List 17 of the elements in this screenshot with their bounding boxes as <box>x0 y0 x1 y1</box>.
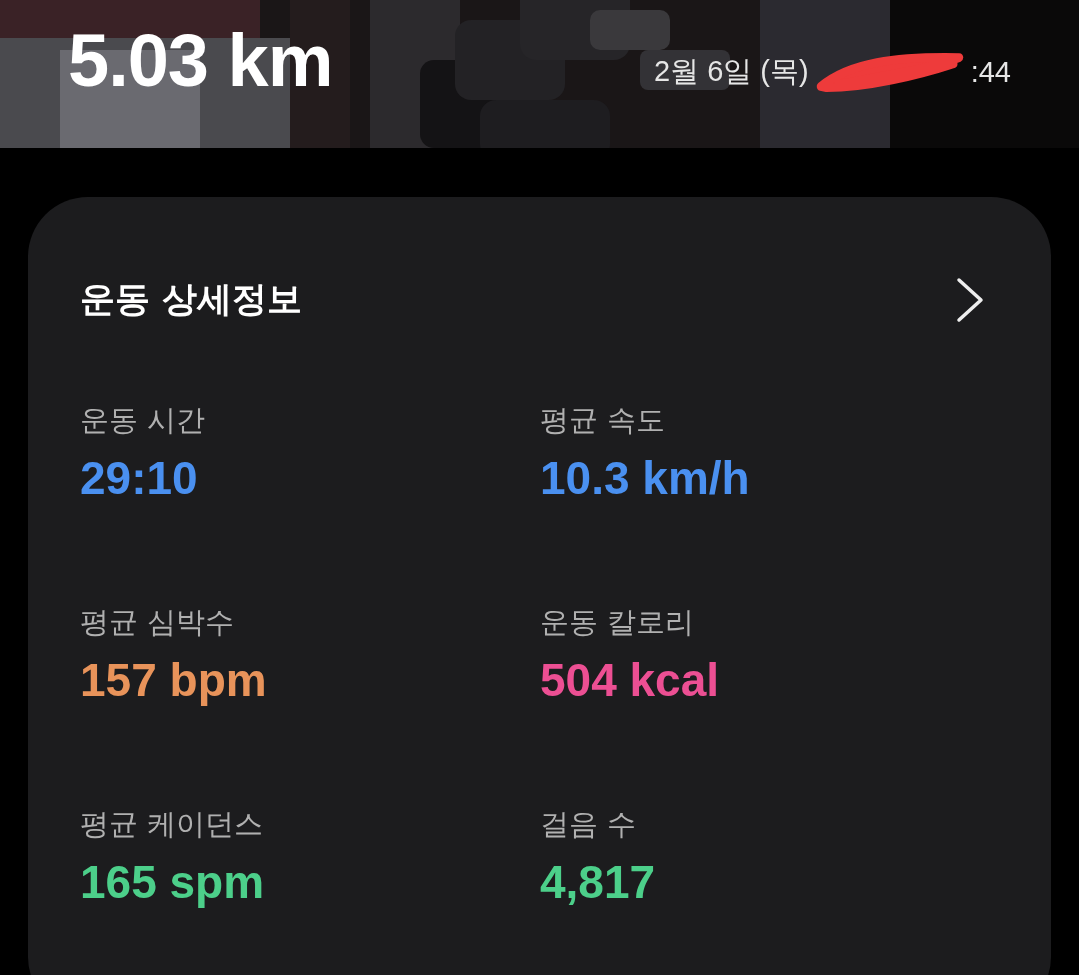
workout-time: :44 <box>970 55 1011 89</box>
metric-label: 걸음 수 <box>540 806 638 842</box>
chevron-right-icon[interactable] <box>955 276 985 323</box>
metric-value: 157 bpm <box>80 654 268 706</box>
metric-label: 평균 속도 <box>540 402 667 438</box>
card-title: 운동 상세정보 <box>80 278 303 321</box>
metric-label: 평균 심박수 <box>80 604 236 640</box>
metric-label: 운동 칼로리 <box>540 604 696 640</box>
metric-label: 운동 시간 <box>80 402 207 438</box>
metric-label: 평균 케이던스 <box>80 806 265 842</box>
metric-value: 29:10 <box>80 452 199 504</box>
metric-value: 165 spm <box>80 856 266 908</box>
metric-value: 4,817 <box>540 856 657 908</box>
workout-date: 2월 6일 (목) <box>654 54 809 89</box>
metric-value: 10.3 km/h <box>540 452 751 504</box>
distance-value: 5.03 km <box>68 24 333 98</box>
metric-value: 504 kcal <box>540 654 721 706</box>
